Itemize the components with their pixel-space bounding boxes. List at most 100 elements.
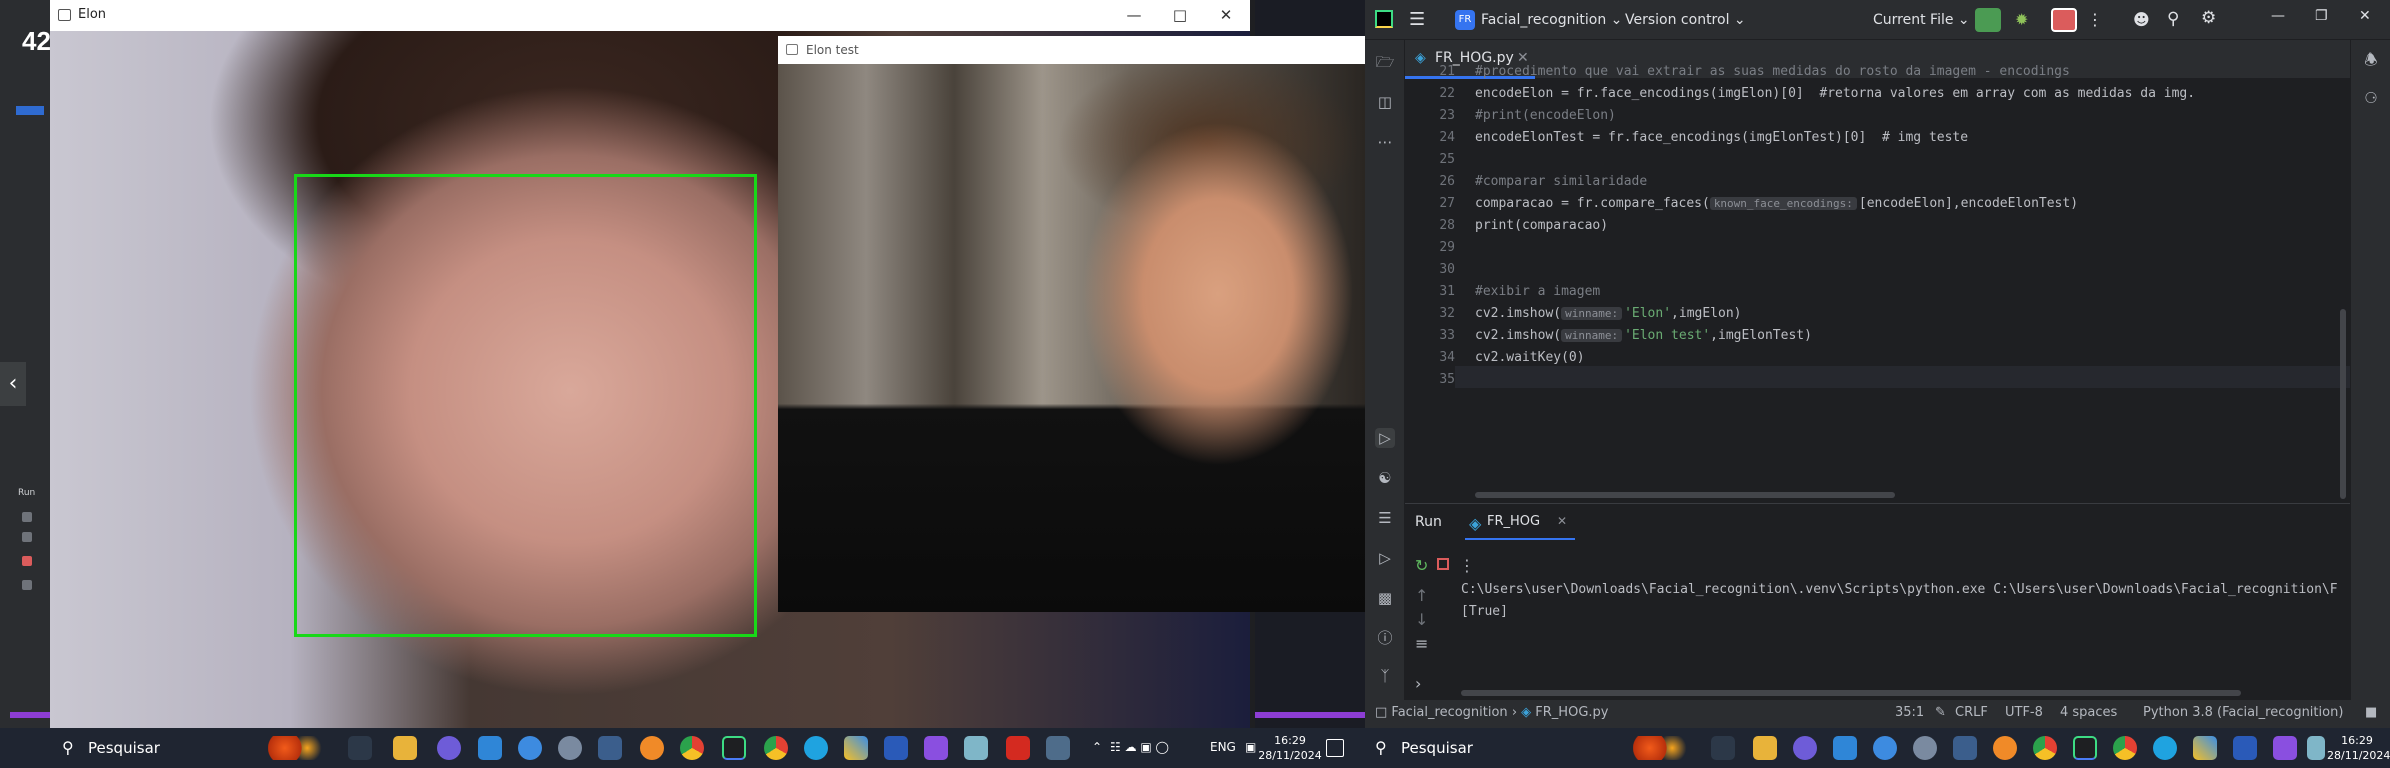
clock-date[interactable]: 28/11/2024 (1255, 748, 1325, 763)
ai-assistant-icon[interactable]: ⚆ (2361, 88, 2381, 108)
edge-icon[interactable] (1873, 736, 1897, 760)
rerun-icon[interactable] (22, 512, 32, 522)
horizontal-scrollbar[interactable] (1475, 492, 1895, 498)
pycharm-logo-icon[interactable] (1375, 10, 1393, 28)
git-icon[interactable]: ᛉ (1375, 666, 1395, 686)
problems-icon[interactable]: ⓘ (1375, 628, 1395, 648)
notification-icon[interactable] (1326, 739, 1344, 757)
stop-button[interactable] (2051, 8, 2077, 32)
postman-icon[interactable] (1993, 736, 2017, 760)
close-icon[interactable]: ✕ (1208, 3, 1244, 27)
expand-icon[interactable]: › (1415, 674, 1421, 693)
file-explorer-icon[interactable] (1753, 736, 1777, 760)
edge-dev-icon[interactable] (804, 736, 828, 760)
output-scrollbar[interactable] (1461, 690, 2241, 696)
tray-overflow-icon[interactable]: ⌃ (1092, 740, 1102, 754)
app-icon[interactable] (964, 736, 988, 760)
selected-tree-item[interactable] (16, 106, 44, 115)
chrome-profile-icon[interactable] (2113, 736, 2137, 760)
account-icon[interactable]: ☻ (2133, 10, 2150, 29)
clock-time[interactable]: 16:29 (2327, 733, 2387, 748)
word-icon[interactable] (2233, 736, 2257, 760)
run-config-selector[interactable]: Current File ⌄ (1873, 12, 1970, 28)
chrome-profile-icon[interactable] (764, 736, 788, 760)
breadcrumb[interactable]: □ Facial_recognition › ◈ FR_HOG.py (1375, 705, 1608, 720)
folder-icon[interactable]: 🗁 (1375, 52, 1395, 72)
file-encoding[interactable]: UTF-8 (2005, 705, 2043, 720)
debug-icon[interactable]: ✹ (2015, 10, 2028, 29)
more-icon[interactable]: ⋮ (2087, 10, 2103, 29)
app-icon[interactable] (437, 736, 461, 760)
vscode-icon[interactable] (478, 736, 502, 760)
cursor-position[interactable]: 35:1 (1895, 705, 1924, 720)
edge-icon[interactable] (518, 736, 542, 760)
minimize-icon[interactable]: — (1116, 3, 1152, 27)
close-icon[interactable]: ✕ (2359, 8, 2371, 24)
restore-icon[interactable]: ❐ (2315, 8, 2328, 24)
project-selector[interactable]: Facial_recognition ⌄ (1481, 12, 1622, 28)
arrow-down-icon[interactable]: ↓ (1415, 610, 1428, 629)
word-icon[interactable] (884, 736, 908, 760)
drive-icon[interactable] (2193, 736, 2217, 760)
weather-widget[interactable] (1633, 736, 1689, 760)
layers-icon[interactable]: ☰ (1375, 508, 1395, 528)
run-tab-fr-hog[interactable]: ◈ FR_HOG ✕ (1465, 504, 1575, 540)
interpreter-selector[interactable]: Python 3.8 (Facial_recognition) (2143, 705, 2343, 720)
soft-wrap-icon[interactable]: ≡ (1415, 634, 1428, 653)
drive-icon[interactable] (844, 736, 868, 760)
app-icon[interactable] (598, 736, 622, 760)
arrow-up-icon[interactable]: ↑ (1415, 586, 1428, 605)
pycharm-icon[interactable] (722, 736, 746, 760)
structure-icon[interactable]: ◫ (1375, 92, 1395, 112)
app-icon[interactable] (1793, 736, 1817, 760)
chrome-icon[interactable] (2033, 736, 2057, 760)
github-icon[interactable] (1913, 736, 1937, 760)
taskbar-search[interactable]: ⚲ Pesquisar (50, 728, 250, 768)
maximize-icon[interactable]: □ (1162, 3, 1198, 27)
search-icon[interactable]: ⚲ (2167, 9, 2179, 29)
readonly-icon[interactable]: ✎ (1935, 705, 1946, 720)
lock-icon[interactable]: ■ (2365, 705, 2377, 720)
more-icon[interactable]: ⋮ (1459, 556, 1475, 575)
rerun-icon[interactable]: ↻ (1415, 556, 1428, 575)
taskbar-search[interactable]: ⚲ Pesquisar (1365, 728, 1565, 768)
wrench-icon[interactable] (22, 532, 32, 542)
services-icon[interactable]: ▷ (1375, 548, 1395, 568)
postman-icon[interactable] (640, 736, 664, 760)
app-icon[interactable] (2307, 736, 2325, 760)
line-separator[interactable]: CRLF (1955, 705, 1988, 720)
indent-setting[interactable]: 4 spaces (2060, 705, 2117, 720)
chevron-left-icon[interactable]: ‹ (0, 362, 26, 406)
code-editor[interactable]: 21 #procedimento que vai extrair as suas … (1405, 64, 2350, 499)
app-icon[interactable] (1953, 736, 1977, 760)
app-icon[interactable] (1046, 736, 1070, 760)
notifications-icon[interactable]: 🕭 (2361, 50, 2381, 70)
visual-studio-icon[interactable] (2273, 736, 2297, 760)
task-view-icon[interactable] (348, 736, 372, 760)
task-view-icon[interactable] (1711, 736, 1735, 760)
weather-widget[interactable] (268, 736, 324, 760)
clock-time[interactable]: 16:29 (1255, 733, 1325, 748)
scroll-icon[interactable] (22, 580, 32, 590)
minimize-icon[interactable]: — (2271, 8, 2285, 24)
clock-date[interactable]: 28/11/2024 (2327, 748, 2390, 763)
tray-icons[interactable]: ☷ ☁ ▣ ◯ (1110, 740, 1169, 754)
language-indicator[interactable]: ENG (1210, 740, 1236, 754)
elon-test-window-titlebar[interactable]: Elon test (778, 36, 1365, 64)
rerun-button[interactable] (1975, 8, 2001, 32)
more-tools-icon[interactable]: ⋯ (1375, 132, 1395, 152)
stop-icon[interactable] (22, 556, 32, 566)
github-icon[interactable] (558, 736, 582, 760)
version-control-menu[interactable]: Version control ⌄ (1625, 12, 1746, 28)
vertical-scrollbar[interactable] (2340, 309, 2346, 499)
stop-icon[interactable] (1437, 558, 1449, 570)
python-packages-icon[interactable]: ☯ (1375, 468, 1395, 488)
vscode-icon[interactable] (1833, 736, 1857, 760)
elon-window-titlebar[interactable]: Elon — □ ✕ (50, 0, 1250, 31)
chrome-icon[interactable] (680, 736, 704, 760)
run-tool-icon[interactable]: ▷ (1375, 428, 1395, 448)
visual-studio-icon[interactable] (924, 736, 948, 760)
acrobat-icon[interactable] (1006, 736, 1030, 760)
pycharm-icon[interactable] (2073, 736, 2097, 760)
terminal-icon[interactable]: ▩ (1375, 588, 1395, 608)
